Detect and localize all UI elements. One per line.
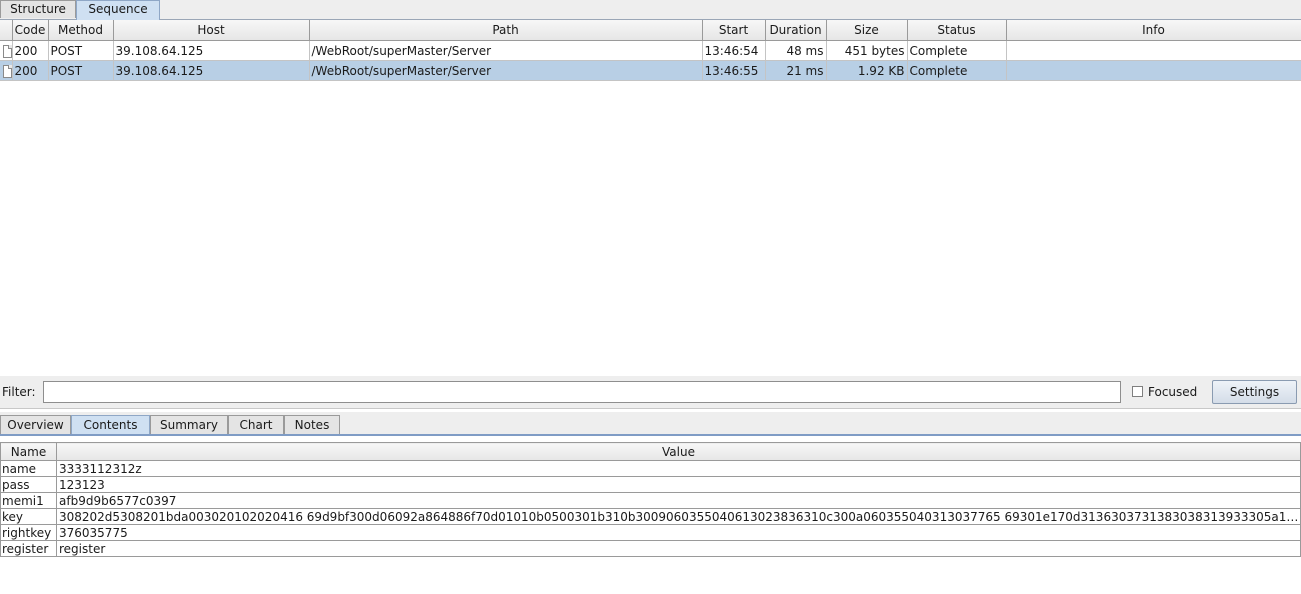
detail-tab-bar: Overview Contents Summary Chart Notes <box>0 412 1301 436</box>
focused-checkbox[interactable] <box>1132 386 1143 397</box>
contents-table: Name Value name 3333112312z pass 123123 … <box>0 442 1301 557</box>
table-row[interactable]: rightkey 376035775 <box>0 524 1301 541</box>
method-cell: POST <box>48 60 114 81</box>
info-cell <box>1006 40 1301 61</box>
tab-overview[interactable]: Overview <box>0 415 71 434</box>
host-cell: 39.108.64.125 <box>113 40 310 61</box>
column-header-name[interactable]: Name <box>0 442 57 461</box>
info-cell <box>1006 60 1301 81</box>
filter-input[interactable] <box>43 381 1121 403</box>
column-header-value[interactable]: Value <box>56 442 1301 461</box>
tab-chart[interactable]: Chart <box>228 415 284 434</box>
param-name-cell: register <box>0 540 57 557</box>
method-cell: POST <box>48 40 114 61</box>
column-header-start[interactable]: Start <box>702 20 766 41</box>
start-cell: 13:46:54 <box>702 40 766 61</box>
param-name-cell: rightkey <box>0 524 57 541</box>
column-header-size[interactable]: Size <box>826 20 908 41</box>
table-row[interactable]: register register <box>0 540 1301 557</box>
tab-summary[interactable]: Summary <box>150 415 228 434</box>
status-cell: Complete <box>907 60 1007 81</box>
tab-structure[interactable]: Structure <box>0 0 76 18</box>
filter-bar: Filter: Focused Settings <box>0 376 1301 409</box>
request-cell-icon <box>0 40 13 61</box>
tab-notes[interactable]: Notes <box>284 415 340 434</box>
column-header-info[interactable]: Info <box>1006 20 1301 41</box>
param-value-cell: 123123 <box>56 476 1301 493</box>
param-name-cell: name <box>0 460 57 477</box>
column-header-status[interactable]: Status <box>907 20 1007 41</box>
request-cell-icon <box>0 60 13 81</box>
table-row[interactable]: key 308202d5308201bda003020102020416 69d… <box>0 508 1301 525</box>
settings-button[interactable]: Settings <box>1212 380 1297 404</box>
column-header-host[interactable]: Host <box>113 20 310 41</box>
status-cell: Complete <box>907 40 1007 61</box>
param-name-cell: memi1 <box>0 492 57 509</box>
table-row[interactable]: memi1 afb9d9b6577c0397 <box>0 492 1301 509</box>
top-tab-bar: Structure Sequence <box>0 0 1301 20</box>
param-name-cell: pass <box>0 476 57 493</box>
document-icon <box>3 64 11 78</box>
column-header-path[interactable]: Path <box>309 20 703 41</box>
path-cell: /WebRoot/superMaster/Server <box>309 40 703 61</box>
column-header-icon[interactable] <box>0 20 13 41</box>
size-cell: 1.92 KB <box>826 60 908 81</box>
size-cell: 451 bytes <box>826 40 908 61</box>
column-header-code[interactable]: Code <box>12 20 49 41</box>
column-header-method[interactable]: Method <box>48 20 114 41</box>
path-cell: /WebRoot/superMaster/Server <box>309 60 703 81</box>
host-cell: 39.108.64.125 <box>113 60 310 81</box>
duration-cell: 21 ms <box>765 60 827 81</box>
table-row[interactable]: pass 123123 <box>0 476 1301 493</box>
document-icon <box>3 44 11 58</box>
filter-label: Filter: <box>2 385 36 399</box>
param-value-cell: 376035775 <box>56 524 1301 541</box>
sequence-table: Code Method Host Path Start Duration Siz… <box>0 20 1301 81</box>
param-value-cell: 3333112312z <box>56 460 1301 477</box>
param-name-cell: key <box>0 508 57 525</box>
sequence-header-row: Code Method Host Path Start Duration Siz… <box>0 20 1301 41</box>
param-value-cell: register <box>56 540 1301 557</box>
duration-cell: 48 ms <box>765 40 827 61</box>
column-header-duration[interactable]: Duration <box>765 20 827 41</box>
contents-header-row: Name Value <box>0 442 1301 461</box>
focused-label[interactable]: Focused <box>1148 385 1197 399</box>
table-row[interactable]: name 3333112312z <box>0 460 1301 477</box>
param-value-cell: afb9d9b6577c0397 <box>56 492 1301 509</box>
table-row[interactable]: 200 POST 39.108.64.125 /WebRoot/superMas… <box>0 60 1301 81</box>
code-cell: 200 <box>12 60 49 81</box>
code-cell: 200 <box>12 40 49 61</box>
tab-contents[interactable]: Contents <box>71 415 150 434</box>
table-row[interactable]: 200 POST 39.108.64.125 /WebRoot/superMas… <box>0 40 1301 61</box>
param-value-cell: 308202d5308201bda003020102020416 69d9bf3… <box>56 508 1301 525</box>
start-cell: 13:46:55 <box>702 60 766 81</box>
tab-sequence[interactable]: Sequence <box>76 0 160 20</box>
